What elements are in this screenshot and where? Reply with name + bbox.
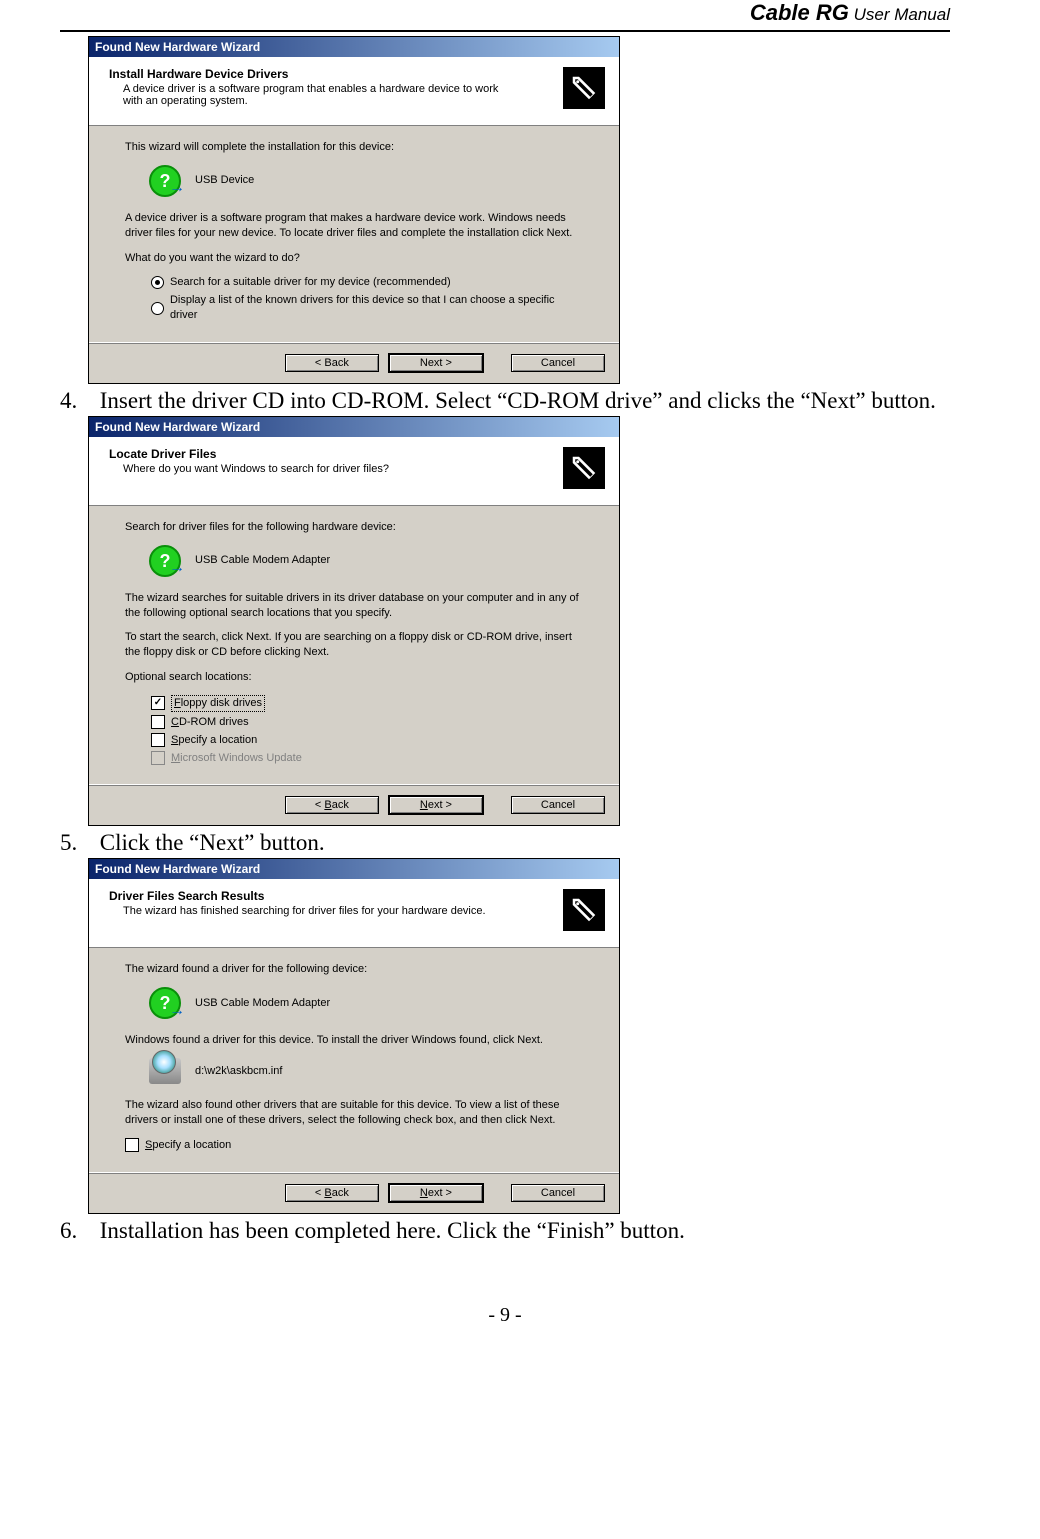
device-name: USB Cable Modem Adapter xyxy=(195,996,330,1011)
check-label: Specify a location xyxy=(171,733,257,748)
checkbox-icon xyxy=(125,1138,139,1152)
device-name: USB Cable Modem Adapter xyxy=(195,553,330,568)
device-icon xyxy=(563,67,605,109)
options-label: Optional search locations: xyxy=(125,670,583,685)
wizard-content: The wizard found a driver for the follow… xyxy=(89,948,619,1171)
explain-text-2: The wizard also found other drivers that… xyxy=(125,1098,583,1128)
check-label: Specify a location xyxy=(145,1138,231,1153)
wizard-install-drivers: Found New Hardware Wizard Install Hardwa… xyxy=(88,36,620,384)
intro-text: The wizard found a driver for the follow… xyxy=(125,962,583,977)
check-floppy-drives[interactable]: Floppy disk drives xyxy=(151,695,583,712)
next-button[interactable]: Next > xyxy=(388,353,484,373)
radio-display-list[interactable]: Display a list of the known drivers for … xyxy=(151,293,583,323)
device-icon xyxy=(563,889,605,931)
button-bar: < Back Next > Cancel xyxy=(89,1172,619,1213)
device-name: USB Device xyxy=(195,173,254,188)
titlebar: Found New Hardware Wizard xyxy=(89,859,619,879)
wizard-subheading: A device driver is a software program th… xyxy=(109,81,503,107)
wizard-header-panel: Driver Files Search Results The wizard h… xyxy=(89,879,619,948)
radio-icon xyxy=(151,302,164,315)
wizard-heading: Install Hardware Device Drivers xyxy=(109,67,607,81)
check-cdrom-drives[interactable]: CD-ROM drives xyxy=(151,715,583,730)
checkbox-icon xyxy=(151,696,165,710)
wizard-content: Search for driver files for the followin… xyxy=(89,506,619,784)
wizard-subheading: Where do you want Windows to search for … xyxy=(109,461,503,475)
wizard-header-panel: Install Hardware Device Drivers A device… xyxy=(89,57,619,126)
checkbox-icon xyxy=(151,733,165,747)
cd-drive-icon xyxy=(149,1058,181,1084)
checkbox-icon xyxy=(151,715,165,729)
check-windows-update: Microsoft Windows Update xyxy=(151,751,583,766)
unknown-device-icon: ? xyxy=(149,165,181,197)
button-bar: < Back Next > Cancel xyxy=(89,784,619,825)
titlebar: Found New Hardware Wizard xyxy=(89,417,619,437)
step-number: 6. xyxy=(60,1218,94,1244)
device-row: ? USB Device xyxy=(149,165,583,197)
explain-text: A device driver is a software program th… xyxy=(125,211,583,241)
driver-path-row: d:\w2k\askbcm.inf xyxy=(149,1058,583,1084)
wizard-search-results: Found New Hardware Wizard Driver Files S… xyxy=(88,858,620,1213)
radio-label: Display a list of the known drivers for … xyxy=(170,293,583,323)
cancel-button[interactable]: Cancel xyxy=(511,1184,605,1202)
wizard-heading: Driver Files Search Results xyxy=(109,889,607,903)
device-row: ? USB Cable Modem Adapter xyxy=(149,545,583,577)
check-specify-location[interactable]: Specify a location xyxy=(151,733,583,748)
button-bar: < Back Next > Cancel xyxy=(89,342,619,383)
wizard-header-panel: Locate Driver Files Where do you want Wi… xyxy=(89,437,619,506)
explain-text-2: To start the search, click Next. If you … xyxy=(125,630,583,660)
explain-text-1: The wizard searches for suitable drivers… xyxy=(125,591,583,621)
check-label: CD-ROM drives xyxy=(171,715,249,730)
check-label: Microsoft Windows Update xyxy=(171,751,302,766)
radio-label: Search for a suitable driver for my devi… xyxy=(170,275,451,290)
intro-text: This wizard will complete the installati… xyxy=(125,140,583,155)
device-row: ? USB Cable Modem Adapter xyxy=(149,987,583,1019)
titlebar: Found New Hardware Wizard xyxy=(89,37,619,57)
header-subtitle: User Manual xyxy=(849,5,950,24)
intro-text: Search for driver files for the followin… xyxy=(125,520,583,535)
cancel-button[interactable]: Cancel xyxy=(511,354,605,372)
cancel-button[interactable]: Cancel xyxy=(511,796,605,814)
wizard-content: This wizard will complete the installati… xyxy=(89,126,619,342)
unknown-device-icon: ? xyxy=(149,987,181,1019)
next-button[interactable]: Next > xyxy=(388,795,484,815)
step-text: Insert the driver CD into CD-ROM. Select… xyxy=(100,388,936,413)
step-number: 5. xyxy=(60,830,94,856)
step-number: 4. xyxy=(60,388,94,414)
wizard-heading: Locate Driver Files xyxy=(109,447,607,461)
explain-text-1: Windows found a driver for this device. … xyxy=(125,1033,583,1048)
back-button[interactable]: < Back xyxy=(285,354,379,372)
step-4: 4. Insert the driver CD into CD-ROM. Sel… xyxy=(60,388,950,414)
prompt-text: What do you want the wizard to do? xyxy=(125,251,583,266)
checkbox-icon xyxy=(151,751,165,765)
step-text: Installation has been completed here. Cl… xyxy=(100,1218,685,1243)
driver-path: d:\w2k\askbcm.inf xyxy=(195,1064,282,1079)
step-6: 6. Installation has been completed here.… xyxy=(60,1218,950,1244)
check-label: Floppy disk drives xyxy=(171,695,265,712)
back-button[interactable]: < Back xyxy=(285,796,379,814)
back-button[interactable]: < Back xyxy=(285,1184,379,1202)
radio-search-driver[interactable]: Search for a suitable driver for my devi… xyxy=(151,275,583,290)
brand-name: Cable RG xyxy=(750,0,849,25)
page-footer: - 9 - xyxy=(60,1304,950,1327)
page-header: Cable RG User Manual xyxy=(60,0,950,32)
unknown-device-icon: ? xyxy=(149,545,181,577)
check-specify-location[interactable]: Specify a location xyxy=(125,1138,583,1153)
wizard-subheading: The wizard has finished searching for dr… xyxy=(109,903,503,917)
page-number: - 9 - xyxy=(488,1304,521,1326)
radio-icon xyxy=(151,276,164,289)
device-icon xyxy=(563,447,605,489)
wizard-locate-driver-files: Found New Hardware Wizard Locate Driver … xyxy=(88,416,620,826)
step-5: 5. Click the “Next” button. xyxy=(60,830,950,856)
next-button[interactable]: Next > xyxy=(388,1183,484,1203)
step-text: Click the “Next” button. xyxy=(100,830,325,855)
